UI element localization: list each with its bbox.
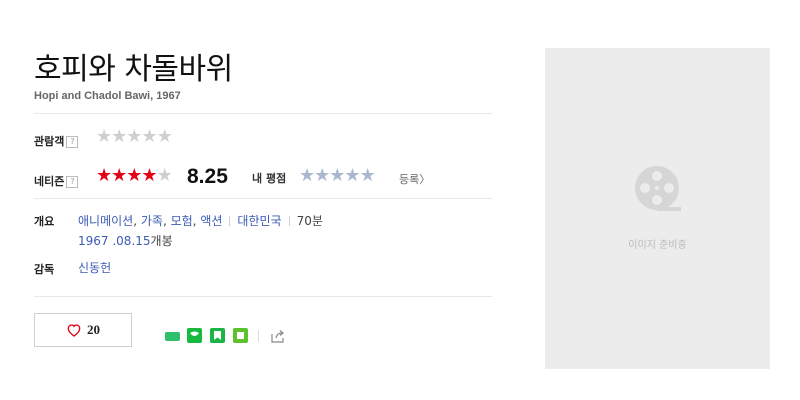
separator (288, 216, 290, 226)
separator (229, 216, 231, 226)
movie-title: 호피와 차돌바위 (34, 52, 233, 87)
my-rating-stars[interactable]: ★★★★★ (299, 167, 376, 185)
release-date-link[interactable]: 1967 .08.15 (78, 234, 151, 248)
star-icon: ★ (141, 165, 157, 186)
release-suffix: 개봉 (150, 234, 173, 248)
netizen-rating-row: 네티즌? (34, 170, 79, 189)
runtime: 70분 (296, 214, 323, 228)
poster-placeholder-text: 이미지 준비중 (628, 240, 687, 251)
register-rating-link[interactable]: 등록〉 (399, 171, 430, 187)
genre-link[interactable]: 액션 (200, 214, 222, 228)
band-icon[interactable] (165, 332, 180, 341)
genre-link[interactable]: 가족 (141, 214, 163, 228)
director-label: 감독 (34, 263, 55, 276)
overview-label: 개요 (34, 215, 55, 228)
help-icon[interactable]: ? (66, 136, 79, 148)
netizen-label: 네티즌 (34, 175, 65, 188)
star-icon: ★ (141, 126, 157, 147)
star-icon: ★ (156, 165, 173, 186)
film-reel-icon (632, 163, 684, 215)
director-row: 신동헌 (78, 259, 111, 276)
bookmark-icon[interactable] (210, 328, 225, 343)
star-icon: ★ (126, 165, 142, 186)
like-button[interactable]: 20 (34, 313, 132, 347)
divider (34, 113, 492, 114)
audience-stars: ★★★★★ (96, 126, 173, 147)
genre-link[interactable]: 모험 (171, 214, 193, 228)
genre-link[interactable]: 애니메이션 (78, 214, 133, 228)
netizen-score: 8.25 (187, 165, 228, 188)
heart-icon (67, 324, 81, 337)
help-icon[interactable]: ? (66, 176, 79, 188)
my-rating-label: 내 평점 (252, 172, 287, 185)
star-icon: ★ (126, 126, 142, 147)
director-link[interactable]: 신동헌 (78, 261, 111, 275)
star-icon: ★ (111, 126, 127, 147)
divider (34, 198, 492, 199)
audience-rating-row: 관람객? (34, 130, 79, 149)
star-icon: ★ (96, 165, 112, 186)
memo-icon[interactable] (233, 328, 248, 343)
divider (34, 296, 492, 297)
star-icon[interactable]: ★ (329, 167, 345, 185)
star-icon[interactable]: ★ (344, 167, 360, 185)
line-icon[interactable] (187, 328, 202, 343)
star-icon: ★ (111, 165, 127, 186)
netizen-stars: ★★★★★ (96, 165, 173, 186)
overview-line: 애니메이션, 가족, 모험, 액션 대한민국 70분 (78, 214, 323, 228)
like-count: 20 (87, 322, 100, 337)
star-icon[interactable]: ★ (314, 167, 330, 185)
release-line: 1967 .08.15개봉 (78, 232, 173, 249)
separator (258, 330, 259, 342)
star-icon[interactable]: ★ (360, 167, 376, 185)
movie-subtitle: Hopi and Chadol Bawi, 1967 (34, 90, 181, 102)
share-out-icon[interactable] (270, 328, 286, 344)
star-icon[interactable]: ★ (299, 167, 315, 185)
star-icon: ★ (156, 126, 173, 147)
star-icon: ★ (96, 126, 112, 147)
audience-label: 관람객 (34, 135, 65, 148)
country-link[interactable]: 대한민국 (237, 214, 281, 228)
